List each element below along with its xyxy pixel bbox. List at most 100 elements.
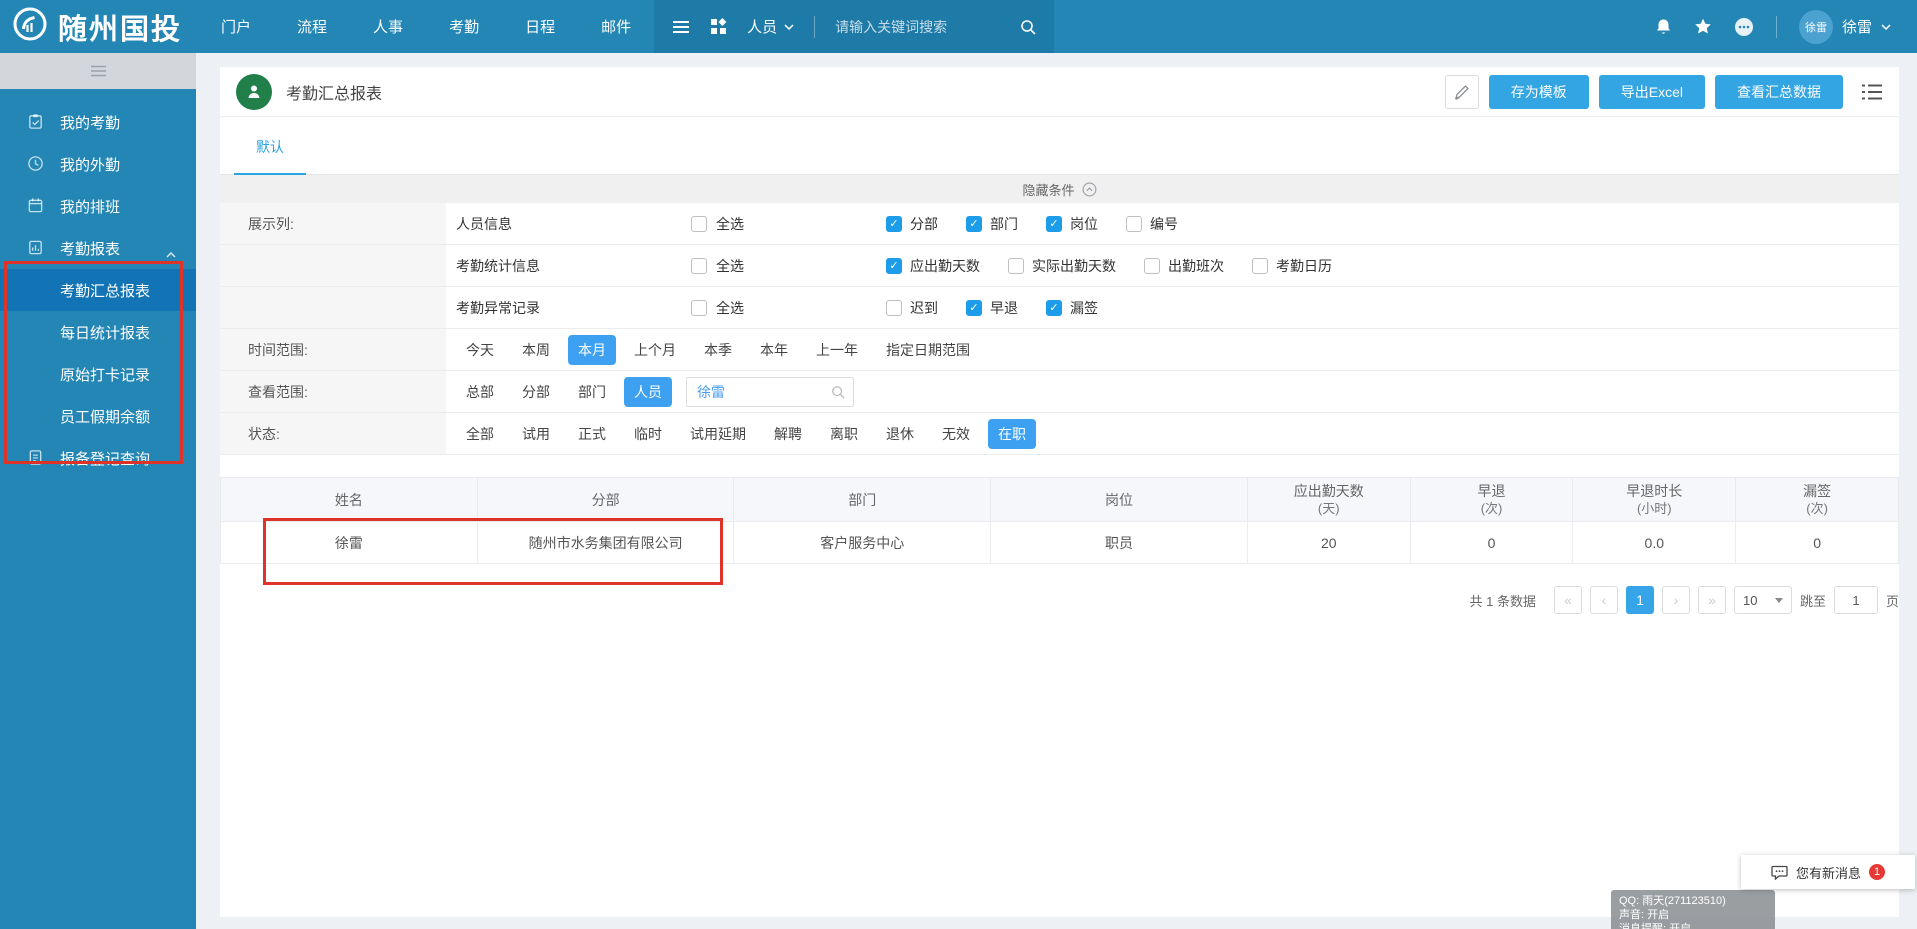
checkbox[interactable] xyxy=(691,257,707,274)
bell-icon[interactable] xyxy=(1655,18,1672,36)
status-option-temporary[interactable]: 临时 xyxy=(624,419,672,449)
sidebar-item-my-attendance[interactable]: 我的考勤 xyxy=(0,101,196,143)
checkbox-option[interactable]: 部门 xyxy=(966,214,1018,234)
select-all-option[interactable]: 全选 xyxy=(691,298,886,318)
sidebar-subitem-daily-report[interactable]: 每日统计报表 xyxy=(0,311,196,353)
hamburger-icon[interactable] xyxy=(672,20,690,34)
checkbox-option[interactable]: 漏签 xyxy=(1046,298,1098,318)
checkbox[interactable] xyxy=(1046,299,1062,316)
status-option-probation[interactable]: 试用 xyxy=(512,419,560,449)
last-page-button[interactable]: » xyxy=(1697,586,1726,614)
sidebar-collapse-toggle[interactable] xyxy=(0,53,196,89)
divider xyxy=(1775,15,1777,38)
scope-option-headquarters[interactable]: 总部 xyxy=(456,377,504,407)
checkbox[interactable] xyxy=(1144,257,1160,274)
checkbox-option[interactable]: 考勤日历 xyxy=(1252,256,1332,276)
checkbox-option[interactable]: 出勤班次 xyxy=(1144,256,1224,276)
status-option-active[interactable]: 在职 xyxy=(988,418,1036,449)
checkbox-option[interactable]: 迟到 xyxy=(886,298,938,318)
page-size-select[interactable]: 10 xyxy=(1733,586,1792,614)
pagination: 共 1 条数据 « ‹ 1 › » 10 跳至 页 xyxy=(220,586,1899,614)
first-page-button[interactable]: « xyxy=(1553,586,1582,614)
checkbox[interactable] xyxy=(966,215,982,232)
clipboard-icon xyxy=(27,113,44,134)
prev-page-button[interactable]: ‹ xyxy=(1589,586,1618,614)
time-option-custom-range[interactable]: 指定日期范围 xyxy=(876,335,980,365)
checkbox[interactable] xyxy=(886,299,902,316)
sidebar-item-attendance-reports[interactable]: 考勤报表 xyxy=(0,227,196,269)
time-option-last-year[interactable]: 上一年 xyxy=(806,335,868,365)
user-menu[interactable]: 徐雷 徐雷 xyxy=(1798,9,1891,44)
time-option-this-year[interactable]: 本年 xyxy=(750,335,798,365)
checkbox-option[interactable]: 早退 xyxy=(966,298,1018,318)
checkbox[interactable] xyxy=(691,215,707,232)
list-view-icon[interactable] xyxy=(1861,83,1883,101)
status-option-invalid[interactable]: 无效 xyxy=(932,419,980,449)
nav-item-attendance[interactable]: 考勤 xyxy=(426,0,502,53)
time-option-today[interactable]: 今天 xyxy=(456,335,504,365)
group-name: 人员信息 xyxy=(456,215,512,232)
select-all-option[interactable]: 全选 xyxy=(691,214,886,234)
global-search-input[interactable] xyxy=(835,18,1001,35)
time-option-this-month[interactable]: 本月 xyxy=(568,334,616,365)
sidebar-subitem-raw-punch-records[interactable]: 原始打卡记录 xyxy=(0,353,196,395)
page-button-1[interactable]: 1 xyxy=(1625,586,1654,614)
sidebar-item-my-shifts[interactable]: 我的排班 xyxy=(0,185,196,227)
checkbox[interactable] xyxy=(1008,257,1024,274)
new-message-bar[interactable]: 您有新消息 1 xyxy=(1741,855,1915,889)
checkbox-option[interactable]: 分部 xyxy=(886,214,938,234)
status-option-formal[interactable]: 正式 xyxy=(568,419,616,449)
time-option-last-month[interactable]: 上个月 xyxy=(624,335,686,365)
apps-grid-icon[interactable] xyxy=(710,18,727,35)
time-option-this-quarter[interactable]: 本季 xyxy=(694,335,742,365)
tab-default[interactable]: 默认 xyxy=(234,137,306,175)
sidebar-item-my-fieldwork[interactable]: 我的外勤 xyxy=(0,143,196,185)
sidebar-item-label: 考勤报表 xyxy=(60,240,121,258)
hide-conditions-toggle[interactable]: 隐藏条件 xyxy=(220,175,1899,203)
pen-button[interactable] xyxy=(1444,74,1479,109)
search-icon[interactable] xyxy=(1020,19,1036,35)
checkbox[interactable] xyxy=(966,299,982,316)
nav-item-hr[interactable]: 人事 xyxy=(350,0,426,53)
sidebar-item-report-registration[interactable]: 报备登记查询 xyxy=(0,437,196,479)
checkbox[interactable] xyxy=(1126,215,1142,232)
person-search-input[interactable] xyxy=(686,376,854,407)
save-template-button[interactable]: 存为模板 xyxy=(1488,74,1589,109)
checkbox-option[interactable]: 岗位 xyxy=(1046,214,1098,234)
star-icon[interactable] xyxy=(1694,18,1712,35)
option-label: 考勤日历 xyxy=(1276,257,1332,274)
nav-item-portal[interactable]: 门户 xyxy=(198,0,274,53)
checkbox[interactable] xyxy=(886,215,902,232)
status-option-probation-extended[interactable]: 试用延期 xyxy=(680,419,756,449)
checkbox-option[interactable]: 编号 xyxy=(1126,214,1178,234)
status-option-retired[interactable]: 退休 xyxy=(876,419,924,449)
checkbox[interactable] xyxy=(1046,215,1062,232)
scope-option-branch[interactable]: 分部 xyxy=(512,377,560,407)
report-icon xyxy=(27,239,44,260)
checkbox[interactable] xyxy=(886,257,902,274)
checkbox-option[interactable]: 应出勤天数 xyxy=(886,256,980,276)
nav-item-schedule[interactable]: 日程 xyxy=(502,0,578,53)
status-option-dismissed[interactable]: 解聘 xyxy=(764,419,812,449)
scope-option-department[interactable]: 部门 xyxy=(568,377,616,407)
nav-item-mail[interactable]: 邮件 xyxy=(578,0,654,53)
tab-bar: 默认 xyxy=(220,117,1899,175)
nav-item-workflow[interactable]: 流程 xyxy=(274,0,350,53)
export-excel-button[interactable]: 导出Excel xyxy=(1598,74,1705,109)
cell-expected-days: 20 xyxy=(1246,521,1411,564)
time-option-this-week[interactable]: 本周 xyxy=(512,335,560,365)
next-page-button[interactable]: › xyxy=(1661,586,1690,614)
checkbox[interactable] xyxy=(1252,257,1268,274)
status-option-resigned[interactable]: 离职 xyxy=(820,419,868,449)
checkbox-option[interactable]: 实际出勤天数 xyxy=(1008,256,1116,276)
select-all-option[interactable]: 全选 xyxy=(691,256,886,276)
jump-page-input[interactable] xyxy=(1833,586,1878,614)
status-option-all[interactable]: 全部 xyxy=(456,419,504,449)
search-category-dropdown[interactable]: 人员 xyxy=(747,16,794,37)
sidebar-subitem-summary-report[interactable]: 考勤汇总报表 xyxy=(0,269,196,311)
scope-option-person[interactable]: 人员 xyxy=(624,376,672,407)
checkbox[interactable] xyxy=(691,299,707,316)
view-summary-button[interactable]: 查看汇总数据 xyxy=(1715,74,1843,109)
sidebar-subitem-leave-balance[interactable]: 员工假期余额 xyxy=(0,395,196,437)
more-options-icon[interactable] xyxy=(1734,17,1754,37)
